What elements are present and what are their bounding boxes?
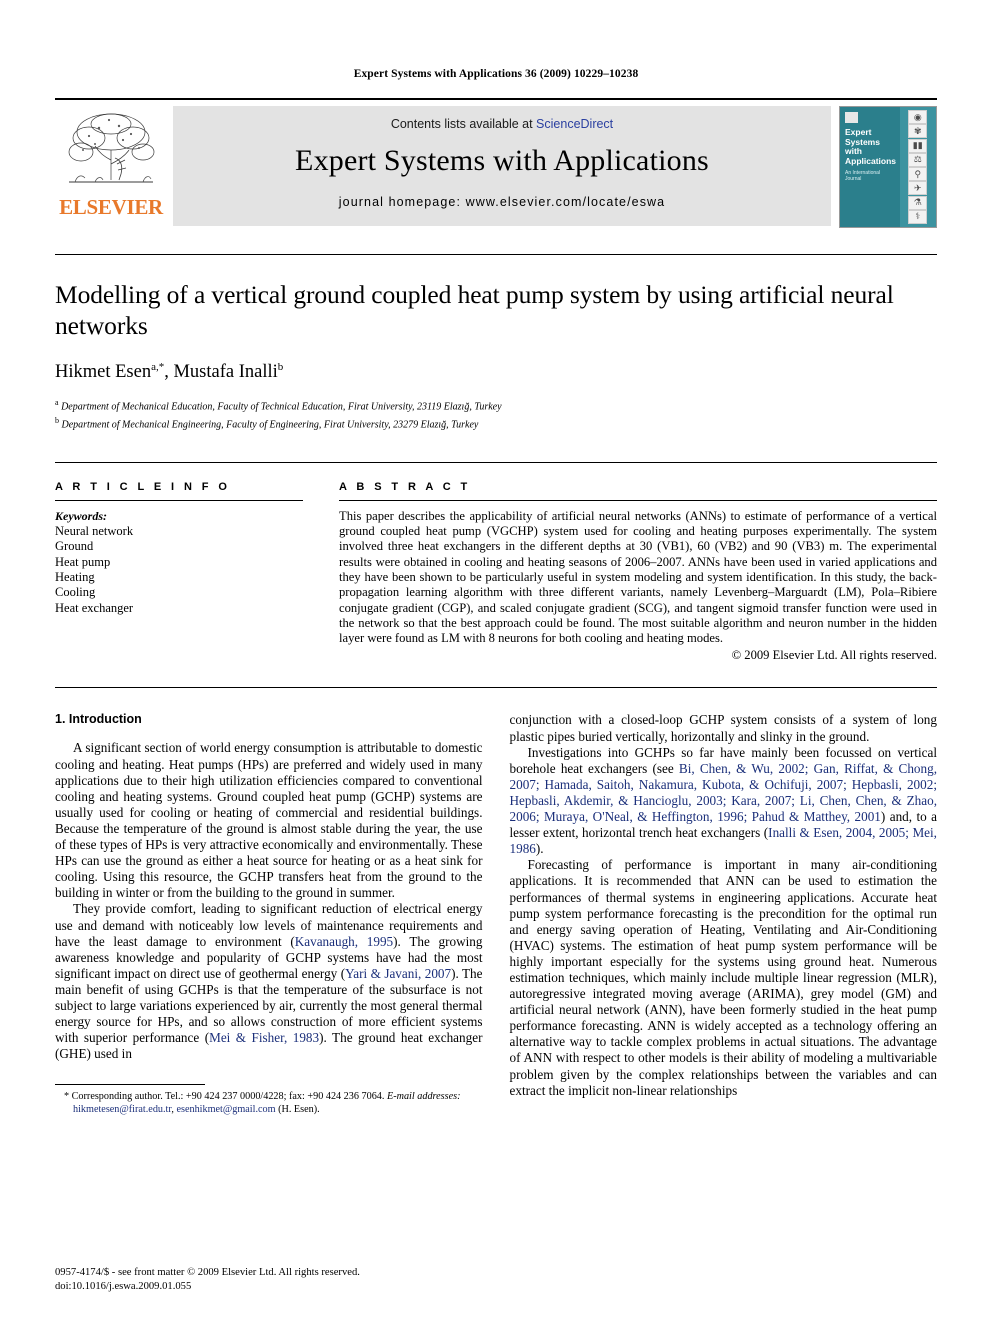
abstract-column: A B S T R A C T This paper describes the… bbox=[339, 481, 937, 664]
author-list: Hikmet Esena,*, Mustafa Inallib bbox=[55, 361, 937, 383]
body-divider bbox=[55, 687, 937, 689]
author-affil-marker-2: b bbox=[277, 361, 284, 373]
lab-flask-icon: ⚗ bbox=[908, 195, 928, 210]
affiliation-b: b Department of Mechanical Engineering, … bbox=[55, 414, 937, 432]
journal-masthead: ELSEVIER Contents lists available at Sci… bbox=[55, 98, 937, 232]
affiliation-marker-a: a bbox=[55, 398, 59, 408]
keyword-item: Heat pump bbox=[55, 554, 111, 569]
author-name-1: Hikmet Esen bbox=[55, 362, 152, 383]
keyword-item: Cooling bbox=[55, 585, 96, 600]
article-info-column: A R T I C L E I N F O Keywords: Neural n… bbox=[55, 481, 339, 664]
paragraph: conjunction with a closed-loop GCHP syst… bbox=[509, 712, 938, 744]
sciencedirect-link[interactable]: ScienceDirect bbox=[536, 117, 613, 131]
keyword-item: Heating bbox=[55, 570, 95, 585]
body-columns: 1. Introduction A significant section of… bbox=[55, 712, 937, 1116]
page-title: Modelling of a vertical ground coupled h… bbox=[55, 280, 894, 340]
paragraph: Investigations into GCHPs so far have ma… bbox=[509, 744, 938, 857]
info-abstract-region: A R T I C L E I N F O Keywords: Neural n… bbox=[55, 461, 937, 664]
footnote-divider bbox=[55, 1084, 205, 1086]
section-heading-introduction: 1. Introduction bbox=[55, 712, 142, 727]
paragraph: A significant section of world energy co… bbox=[55, 740, 483, 901]
caduceus-icon: ⚕ bbox=[908, 209, 928, 224]
gear-icon: ✾ bbox=[908, 124, 928, 139]
affiliation-list: a Department of Mechanical Education, Fa… bbox=[55, 396, 937, 432]
cover-left-panel: Expert Systems with Applications An Inte… bbox=[840, 107, 900, 227]
keyword-item: Neural network bbox=[55, 523, 134, 538]
microscope-icon: ⚲ bbox=[908, 167, 928, 182]
email-addresses-label: E-mail addresses: bbox=[386, 1091, 461, 1103]
affiliation-marker-b: b bbox=[55, 415, 59, 425]
email-link-1[interactable]: hikmetesen@firat.edu.tr bbox=[73, 1104, 171, 1115]
cover-icon-strip: ◉ ✾ ▮▮ ⚖ ⚲ ✈ ⚗ ⚕ bbox=[899, 107, 936, 227]
cover-subtitle: An International Journal bbox=[845, 170, 881, 182]
body-column-right: conjunction with a closed-loop GCHP syst… bbox=[510, 712, 938, 1116]
keyword-item: Ground bbox=[55, 539, 94, 554]
compass-icon: ◉ bbox=[908, 110, 928, 125]
journal-banner: Contents lists available at ScienceDirec… bbox=[173, 106, 831, 226]
contents-available-line: Contents lists available at ScienceDirec… bbox=[173, 106, 831, 131]
article-page: Expert Systems with Applications 36 (200… bbox=[0, 0, 992, 1323]
title-divider bbox=[55, 254, 937, 255]
elsevier-tree-icon bbox=[59, 108, 163, 194]
author-affil-marker-1: a,* bbox=[151, 361, 165, 373]
email-link-2[interactable]: esenhikmet@gmail.com bbox=[176, 1104, 275, 1115]
article-info-divider bbox=[55, 499, 303, 501]
footnote-contact-line: Corresponding author. Tel.: +90 424 237 … bbox=[71, 1091, 385, 1103]
footnote-marker: * bbox=[64, 1091, 70, 1103]
page-footer: 0957-4174/$ - see front matter © 2009 El… bbox=[55, 1266, 360, 1293]
satellite-icon: ✈ bbox=[908, 181, 928, 196]
elsevier-logo: ELSEVIER bbox=[55, 106, 167, 220]
keyword-item: Heat exchanger bbox=[55, 600, 134, 615]
corresponding-author-footnote: * Corresponding author. Tel.: +90 424 23… bbox=[64, 1091, 461, 1116]
journal-title: Expert Systems with Applications bbox=[295, 144, 709, 177]
paragraph: Forecasting of performance is important … bbox=[509, 857, 938, 1098]
affiliation-text-a: Department of Mechanical Education, Facu… bbox=[61, 401, 502, 413]
elsevier-wordmark: ELSEVIER bbox=[59, 195, 163, 219]
bar-chart-icon: ▮▮ bbox=[908, 138, 928, 153]
doi-line: doi:10.1016/j.eswa.2009.01.055 bbox=[55, 1280, 192, 1292]
affiliation-a: a Department of Mechanical Education, Fa… bbox=[55, 396, 937, 414]
author-name-2: , Mustafa Inalli bbox=[164, 362, 278, 383]
contents-prefix: Contents lists available at bbox=[390, 117, 537, 131]
running-head: Expert Systems with Applications 36 (200… bbox=[353, 68, 639, 80]
paragraph: They provide comfort, leading to signifi… bbox=[55, 901, 483, 1062]
cover-elsevier-mark-icon bbox=[845, 112, 858, 123]
keywords-label: Keywords: bbox=[55, 508, 107, 523]
abstract-divider bbox=[339, 499, 937, 501]
scales-icon: ⚖ bbox=[908, 152, 928, 167]
journal-cover-thumbnail: Expert Systems with Applications An Inte… bbox=[839, 106, 937, 228]
footnote-email-suffix: (H. Esen). bbox=[278, 1104, 320, 1116]
issn-line: 0957-4174/$ - see front matter © 2009 El… bbox=[55, 1267, 360, 1278]
body-column-left: 1. Introduction A significant section of… bbox=[55, 712, 483, 1116]
journal-homepage-link[interactable]: journal homepage: www.elsevier.com/locat… bbox=[173, 195, 831, 209]
cover-title: Expert Systems with Applications bbox=[845, 127, 897, 166]
affiliation-text-b: Department of Mechanical Engineering, Fa… bbox=[61, 419, 479, 431]
article-info-heading: A R T I C L E I N F O bbox=[55, 480, 231, 493]
abstract-copyright: © 2009 Elsevier Ltd. All rights reserved… bbox=[731, 648, 937, 663]
abstract-text: This paper describes the applicability o… bbox=[339, 508, 937, 646]
abstract-heading: A B S T R A C T bbox=[339, 480, 471, 493]
